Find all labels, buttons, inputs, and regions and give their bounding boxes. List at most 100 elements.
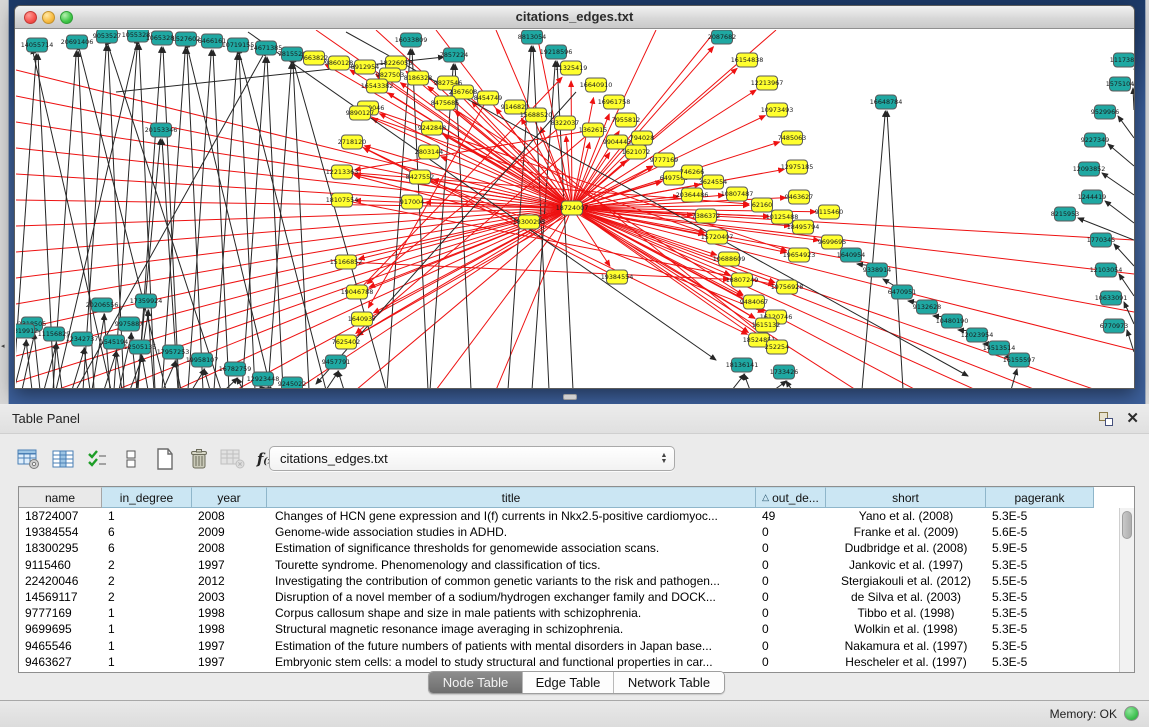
graph-node[interactable]: 16648784: [870, 95, 903, 109]
graph-node[interactable]: 12103054: [1090, 263, 1123, 277]
graph-node[interactable]: 1733426: [770, 365, 798, 379]
graph-node[interactable]: 8215953: [1051, 207, 1079, 221]
graph-node[interactable]: 8454749: [474, 91, 502, 105]
graph-node[interactable]: 11325419: [555, 61, 588, 75]
graph-node[interactable]: 746266: [680, 165, 704, 179]
citation-edge-black[interactable]: [1133, 88, 1134, 110]
select-all-icon[interactable]: [82, 444, 112, 474]
graph-node[interactable]: 8475685: [431, 96, 459, 110]
graph-node[interactable]: 17359924: [130, 294, 163, 308]
column-header-pagerank[interactable]: pagerank: [986, 487, 1094, 508]
graph-node[interactable]: 10480190: [936, 314, 969, 328]
graph-node[interactable]: 19384554: [601, 270, 634, 284]
citation-edge-black[interactable]: [338, 371, 344, 388]
graph-node[interactable]: 9529966: [1091, 105, 1119, 119]
citation-edge-black[interactable]: [1114, 244, 1134, 266]
citation-edge-black[interactable]: [188, 50, 211, 388]
column-header-outde[interactable]: △out_de...: [756, 487, 826, 508]
citation-edge-black[interactable]: [268, 63, 291, 388]
graph-node[interactable]: 1640937: [348, 312, 376, 326]
graph-node[interactable]: 9245022: [278, 377, 306, 388]
graph-node[interactable]: 62160: [752, 198, 773, 212]
float-window-icon[interactable]: [1099, 412, 1113, 426]
graph-node[interactable]: 1575104: [1106, 77, 1134, 91]
tab-network-table[interactable]: Network Table: [614, 672, 724, 693]
graph-node[interactable]: 1117384: [1110, 53, 1134, 67]
citation-edge-black[interactable]: [744, 374, 750, 388]
graph-node[interactable]: 252254: [765, 340, 789, 354]
graph-node[interactable]: 18136141: [726, 358, 759, 372]
graph-node[interactable]: 12213363: [326, 165, 359, 179]
citation-edge-red[interactable]: [572, 208, 775, 283]
citation-edge-red[interactable]: [572, 208, 976, 388]
table-row[interactable]: 1872400712008Changes of HCN gene express…: [19, 508, 1134, 524]
graph-node[interactable]: 2803144: [415, 145, 443, 159]
graph-node[interactable]: 9242848: [418, 121, 446, 135]
citation-edge-black[interactable]: [862, 111, 885, 388]
graph-node[interactable]: 10973493: [761, 103, 794, 117]
citation-edge-black[interactable]: [774, 381, 787, 388]
citation-edge-black[interactable]: [732, 374, 745, 388]
delete-table-icon[interactable]: [184, 444, 214, 474]
close-panel-icon[interactable]: ✕: [1126, 409, 1139, 427]
graph-node[interactable]: 794028: [630, 131, 654, 145]
graph-node[interactable]: 7625402: [332, 335, 360, 349]
graph-node[interactable]: 19046788: [341, 285, 374, 299]
tab-edge-table[interactable]: Edge Table: [523, 672, 614, 693]
citation-edge-black[interactable]: [1102, 173, 1134, 195]
citation-edge-black[interactable]: [187, 48, 203, 388]
graph-node[interactable]: 9457791: [322, 355, 350, 369]
graph-node[interactable]: 8427552: [406, 170, 434, 184]
graph-node[interactable]: 12342737: [66, 332, 99, 346]
citation-edge-black[interactable]: [204, 369, 210, 388]
citation-edge-black[interactable]: [186, 42, 271, 388]
graph-node[interactable]: 8186328: [404, 71, 432, 85]
graph-node[interactable]: 9484067: [740, 295, 768, 309]
citation-edge-black[interactable]: [412, 49, 428, 388]
citation-edge-black[interactable]: [267, 57, 283, 388]
graph-node[interactable]: 7485063: [778, 131, 806, 145]
graph-node[interactable]: 1621072: [622, 145, 650, 159]
graph-node[interactable]: 9227349: [1081, 133, 1109, 147]
citation-edge-red[interactable]: [16, 208, 572, 382]
graph-node[interactable]: 16961758: [598, 95, 631, 109]
column-visibility-icon[interactable]: [48, 444, 78, 474]
citation-edge-red[interactable]: [16, 208, 572, 304]
graph-node[interactable]: 14055714: [21, 38, 54, 52]
graph-node[interactable]: 917004: [400, 195, 424, 209]
table-row[interactable]: 946362711997Embryonic stem cells: a mode…: [19, 654, 1134, 670]
graph-node[interactable]: 9115460: [815, 205, 843, 219]
graph-node[interactable]: 19958107: [186, 353, 219, 367]
graph-node[interactable]: 9338914: [863, 263, 891, 277]
graph-node[interactable]: 9132628: [913, 300, 941, 314]
citation-edge-black[interactable]: [887, 111, 903, 388]
citation-edge-black[interactable]: [1105, 201, 1134, 223]
network-window-titlebar[interactable]: citations_edges.txt: [15, 6, 1134, 29]
column-header-year[interactable]: year: [192, 487, 267, 508]
graph-node[interactable]: 10633091: [1095, 291, 1128, 305]
column-header-title[interactable]: title: [267, 487, 756, 508]
graph-node[interactable]: 9975887: [115, 317, 143, 331]
column-header-indegree[interactable]: in_degree: [102, 487, 192, 508]
citation-edge-black[interactable]: [786, 381, 792, 388]
citation-edge-red[interactable]: [16, 148, 572, 208]
citation-edge-black[interactable]: [214, 54, 237, 388]
graph-node[interactable]: 15688520: [520, 108, 553, 122]
citation-edge-red[interactable]: [355, 175, 529, 222]
graph-node[interactable]: 17957253: [157, 345, 190, 359]
table-row[interactable]: 946554611997Estimation of the future num…: [19, 638, 1134, 654]
table-settings-icon[interactable]: [14, 444, 44, 474]
citation-edge-black[interactable]: [1124, 302, 1134, 324]
graph-node[interactable]: 10688609: [713, 252, 746, 266]
citation-edge-black[interactable]: [1118, 116, 1134, 138]
graph-node[interactable]: 16782759: [219, 362, 252, 376]
citation-edge-black[interactable]: [225, 378, 238, 388]
table-row[interactable]: 1938455462009Genome-wide association stu…: [19, 524, 1134, 540]
table-row[interactable]: 1456911722003Disruption of a novel membe…: [19, 589, 1134, 605]
scrollbar-thumb[interactable]: [1122, 511, 1132, 539]
graph-node[interactable]: 16155597: [1003, 353, 1036, 367]
citation-edge-black[interactable]: [1011, 369, 1017, 388]
graph-node[interactable]: 9463627: [785, 190, 813, 204]
table-row[interactable]: 969969511998Structural magnetic resonanc…: [19, 621, 1134, 637]
table-selector-dropdown[interactable]: citations_edges.txt ▲▼: [269, 446, 675, 471]
